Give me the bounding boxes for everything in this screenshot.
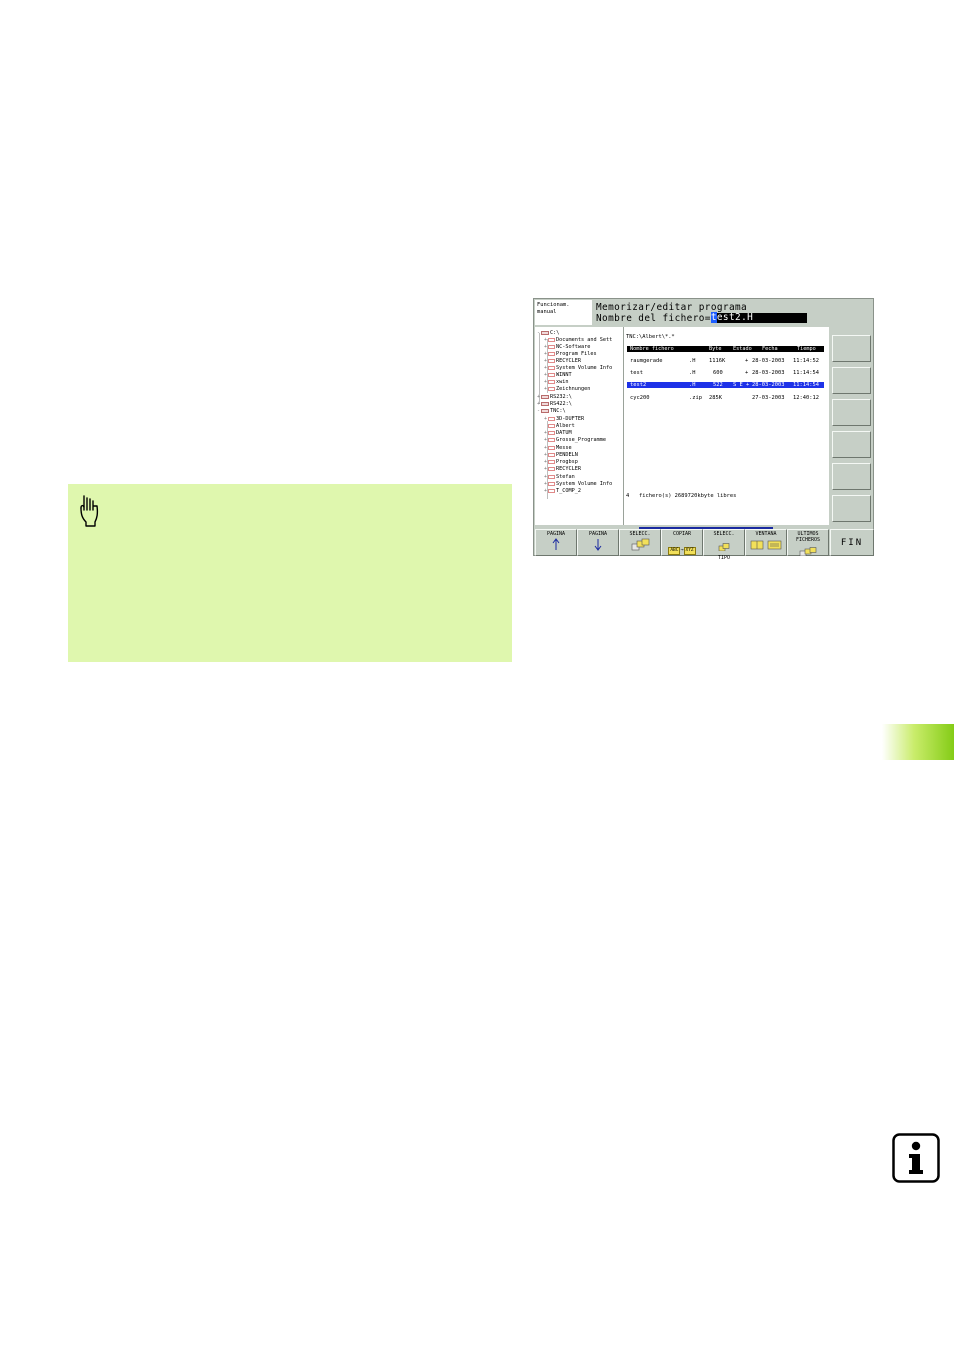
file-row[interactable]: cyc200 .zip 285K 27-03-2003 12:40:12	[627, 395, 824, 401]
tnc-screen: Funcionam. manual Memorizar/editar progr…	[533, 298, 874, 560]
tree-item-folder[interactable]: + T_COMP_2	[544, 488, 581, 494]
side-softkey[interactable]	[832, 367, 871, 394]
copy-source-box: ABC	[668, 546, 681, 555]
folder-icon	[548, 358, 555, 363]
folder-icon	[548, 488, 555, 493]
tree-item-folder[interactable]: + Program Files	[544, 351, 597, 357]
folder-icon	[548, 372, 555, 377]
folder-icon	[548, 337, 555, 342]
tree-item-folder[interactable]: + WINNT	[544, 372, 572, 378]
free-space-summary: 4 fichero(s) 2689720kbyte libres	[626, 493, 737, 499]
window-layout-icon	[750, 540, 782, 549]
side-softkey[interactable]	[832, 399, 871, 426]
tree-item-folder[interactable]: Albert	[544, 423, 575, 429]
tree-item-drive-rs422[interactable]: + RS422:\	[537, 401, 572, 407]
folder-icon	[548, 452, 555, 457]
select-files-icon	[631, 538, 650, 550]
column-time[interactable]: Tiempo	[797, 346, 816, 352]
arrow-up-icon	[552, 537, 560, 550]
tree-item-folder[interactable]: + System Volume Info	[544, 481, 612, 487]
drive-icon	[541, 401, 549, 406]
file-list-panel: TNC:\Albert\*.* Nombre fichero Byte Esta…	[624, 327, 829, 525]
folder-icon	[548, 466, 555, 471]
tree-item-folder[interactable]: + RECYCLER	[544, 358, 581, 364]
file-row[interactable]: test .H 600 + 28-03-2003 11:14:54	[627, 370, 824, 376]
operating-mode: Funcionam. manual	[535, 300, 592, 325]
side-softkey[interactable]	[832, 463, 871, 490]
folder-icon	[548, 416, 555, 421]
file-row[interactable]: raumgerade .H 1116K + 28-03-2003 11:14:5…	[627, 358, 824, 364]
side-softkey[interactable]	[832, 431, 871, 458]
note-box	[68, 484, 512, 662]
drive-icon	[541, 330, 549, 335]
page-up-button[interactable]: PAGINA	[535, 529, 577, 556]
tree-item-drive-tnc[interactable]: - TNC:\	[537, 408, 566, 414]
tree-item-folder[interactable]: + NC-Software	[544, 344, 590, 350]
folder-icon	[548, 445, 555, 450]
tree-item-folder[interactable]: + Stefan	[544, 474, 575, 480]
folder-icon	[548, 386, 555, 391]
file-list-header: Nombre fichero Byte Estado Fecha Tiempo	[627, 346, 824, 352]
softkey-bar: PAGINA PAGINA SELECC. COPIAR ABC → XYZ SEL…	[535, 527, 874, 560]
tree-item-folder[interactable]: + Zeichnungen	[544, 386, 590, 392]
tree-item-folder[interactable]: + RECYCLER	[544, 466, 581, 472]
info-icon	[892, 1133, 940, 1183]
folder-icon	[548, 430, 555, 435]
arrow-down-icon	[594, 538, 602, 551]
folder-icon	[548, 459, 555, 464]
page-down-button[interactable]: PAGINA	[577, 529, 619, 556]
tree-item-folder[interactable]: + Documents and Sett	[544, 337, 612, 343]
mode-line-2: manual	[537, 309, 557, 315]
column-date[interactable]: Fecha	[762, 346, 778, 352]
window-button[interactable]: VENTANA	[745, 529, 787, 556]
file-type-icon	[718, 542, 730, 551]
side-softkey[interactable]	[832, 335, 871, 362]
current-path: TNC:\Albert\*.*	[626, 334, 675, 340]
drive-icon	[541, 408, 549, 413]
folder-icon	[548, 437, 555, 442]
copy-button[interactable]: COPIAR ABC → XYZ	[661, 529, 703, 556]
folder-icon	[548, 474, 555, 479]
recent-files-icon	[799, 547, 817, 557]
tree-item-drive-rs232[interactable]: + RS232:\	[537, 394, 572, 400]
mode-line-1: Funcionam.	[537, 302, 570, 308]
directory-tree: - C:\ + Documents and Sett + NC-Software + P…	[535, 327, 624, 525]
column-name[interactable]: Nombre fichero	[630, 346, 674, 352]
tree-item-folder[interactable]: + xwin	[544, 379, 569, 385]
tree-item-folder[interactable]: + PENDELN	[544, 452, 578, 458]
file-name-prompt-row: Nombre del fichero=test2.H	[596, 312, 807, 324]
end-button[interactable]: FIN	[830, 529, 874, 556]
tree-item-folder[interactable]: + Progbsp	[544, 459, 578, 465]
copy-target-box: XYZ	[683, 546, 696, 555]
input-text: est2.H	[716, 312, 754, 323]
folder-icon	[548, 351, 555, 356]
last-files-button[interactable]: ULTIMOS FICHEROS	[787, 529, 829, 557]
tree-item-drive-c[interactable]: - C:\	[537, 330, 559, 336]
tree-item-folder[interactable]: + Messe	[544, 445, 572, 451]
file-row-selected[interactable]: test2 .H 522 S E + 28-03-2003 11:14:54	[627, 382, 824, 388]
folder-icon	[548, 365, 555, 370]
folder-icon	[548, 344, 555, 349]
select-button[interactable]: SELECC.	[619, 529, 661, 556]
folder-icon	[548, 379, 555, 384]
folder-icon	[548, 423, 555, 428]
file-name-input[interactable]: test2.H	[710, 312, 807, 323]
column-bytes[interactable]: Byte	[709, 346, 722, 352]
tree-item-folder[interactable]: + DATUM	[544, 430, 572, 436]
drive-icon	[541, 394, 549, 399]
tree-item-folder[interactable]: + Grosse_Programme	[544, 437, 606, 443]
tree-item-folder[interactable]: +3D-DUFTER	[544, 416, 584, 422]
folder-icon	[548, 481, 555, 486]
pointing-hand-icon	[80, 495, 99, 527]
column-status[interactable]: Estado	[733, 346, 752, 352]
select-type-button[interactable]: SELECC. TIPO	[703, 529, 745, 560]
file-name-prompt: Nombre del fichero=	[596, 313, 711, 324]
chapter-tab	[882, 724, 954, 760]
side-softkey[interactable]	[832, 495, 871, 522]
tree-item-folder[interactable]: + System Volume Info	[544, 365, 612, 371]
